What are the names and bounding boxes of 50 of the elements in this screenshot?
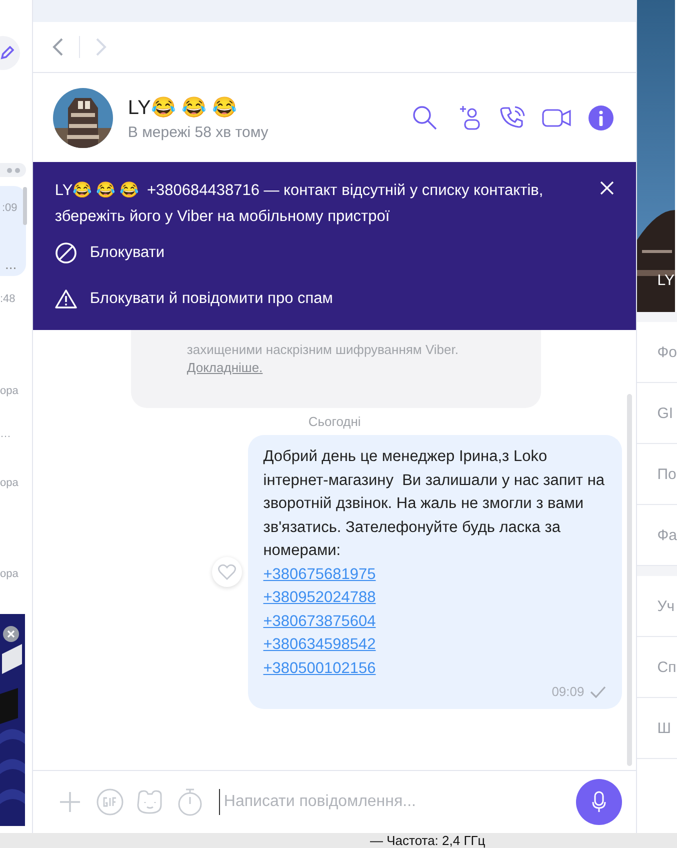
phone-link[interactable]: +380952024788: [263, 586, 376, 610]
stopwatch-icon: [176, 788, 203, 816]
message-time: 09:09: [552, 684, 584, 699]
phone-link[interactable]: +380500102156: [263, 656, 376, 680]
learn-more-link[interactable]: Докладніше.: [186, 360, 263, 375]
contact-name: LY😂 😂 😂: [128, 96, 237, 120]
warning-icon: [54, 289, 77, 309]
contact-status: В мережі 58 хв тому: [128, 124, 268, 140]
chat-preview: ора: [0, 477, 18, 489]
pencil-icon: [0, 46, 14, 60]
phone-link[interactable]: +380675681975: [263, 562, 376, 586]
forward-icon: [94, 37, 107, 57]
microphone-icon: [592, 791, 606, 813]
close-icon: [600, 181, 614, 195]
phone-link[interactable]: +380634598542: [263, 633, 376, 656]
contact-name: LY: [657, 272, 674, 289]
info-icon: [588, 104, 614, 130]
chat-preview: ора: [0, 385, 18, 397]
heart-icon: [218, 564, 236, 580]
banner-message: LY😂 😂 😂 +380684438716 — контакт відсутній у списку контактів, збережіть його у Viber на мобільному пристрої: [54, 180, 544, 227]
date-label: Сьогодні: [307, 414, 362, 429]
info-menu-item[interactable]: Сп: [637, 637, 677, 698]
info-menu-item[interactable]: По: [637, 444, 677, 505]
plus-icon: [58, 791, 81, 813]
report-spam-button[interactable]: Блокувати й повідомити про спам: [54, 276, 333, 322]
gif-icon: [96, 788, 124, 816]
voice-message-button[interactable]: [576, 779, 622, 825]
message-input[interactable]: Написати повідомлення...: [218, 789, 566, 815]
bear-face-icon: [136, 789, 164, 815]
background-page-text: — Частота: 2,4 ГГц: [370, 833, 486, 848]
back-icon: [52, 37, 64, 57]
info-button[interactable]: [586, 102, 616, 132]
info-menu-item[interactable]: Фо: [637, 322, 677, 383]
info-menu-item[interactable]: Ш: [637, 698, 677, 759]
chat-preview: ...: [5, 256, 17, 272]
notice-text: захищеними наскрізним шифруванням Viber.: [186, 342, 458, 357]
search-icon: [412, 104, 438, 130]
info-menu-item[interactable]: Уч: [637, 576, 677, 637]
phone-link[interactable]: +380673875604: [263, 610, 376, 633]
message-text: Добрий день це менеджер Ірина,з Loko інтернет-магазину Ви залишали у нас запит на зворотній дзвінок. На жаль не змогли з вами зв'язатись. Зателефонуйте будь ласка за номерами:: [263, 447, 606, 561]
info-menu-item[interactable]: GI: [637, 383, 677, 444]
phone-icon: [500, 104, 526, 130]
chat-preview: ора: [0, 568, 18, 580]
chat-time: :48: [0, 293, 16, 305]
block-button[interactable]: Блокувати: [54, 230, 165, 276]
block-icon: [54, 242, 77, 264]
chat-item[interactable]: :09 ...: [0, 186, 26, 276]
close-icon: [7, 630, 15, 638]
chat-preview: …: [0, 428, 11, 440]
chat-time: :09: [2, 202, 18, 214]
